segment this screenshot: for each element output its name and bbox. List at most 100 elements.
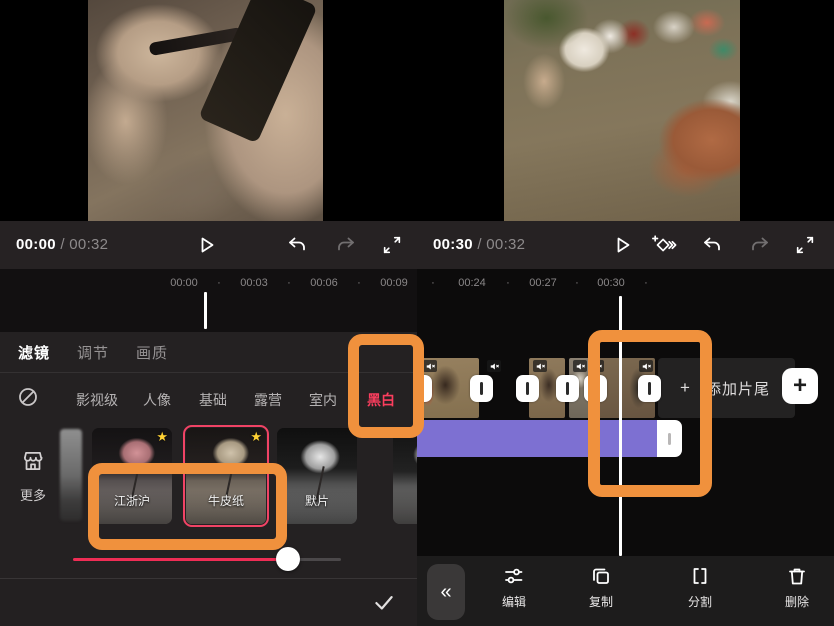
transport-bar-left: 00:00 / 00:32 (0, 221, 417, 269)
playhead-left[interactable] (204, 292, 207, 329)
star-icon: ★ (156, 429, 168, 445)
clip-muted-chip (639, 360, 653, 372)
split-button[interactable]: 分割 (668, 564, 732, 610)
ruler-tick: 00:00 (170, 277, 198, 289)
filter-intensity-track-filled[interactable] (73, 558, 287, 561)
tab-adjust[interactable]: 调节 (77, 342, 109, 363)
ruler-dot: · (506, 277, 510, 289)
filter-screen: 00:00 / 00:32 00:00 · 00:03 · 00:06 · 00… (0, 0, 417, 626)
keyframe-add-icon (651, 233, 677, 257)
filter-tile-mopian[interactable]: 默片 (277, 428, 357, 524)
filter-tile-niupizhi-selected[interactable]: ★ 牛皮纸 (186, 428, 266, 524)
category-portrait[interactable]: 人像 (143, 390, 171, 410)
tab-filter[interactable]: 滤镜 (18, 342, 50, 363)
undo-button[interactable] (698, 231, 726, 259)
transition-button[interactable] (417, 375, 432, 402)
filter-name: 默片 (277, 492, 357, 509)
clip-muted-chip (487, 360, 501, 372)
star-icon: ★ (250, 429, 262, 445)
tab-quality[interactable]: 画质 (136, 342, 168, 363)
transition-button[interactable] (556, 375, 579, 402)
undo-button[interactable] (283, 231, 311, 259)
ruler-dot: · (287, 277, 291, 289)
filter-tile-jiangzhehu[interactable]: ★ 江浙沪 (92, 428, 172, 524)
shop-icon (20, 448, 46, 474)
ruler-tick: 00:27 (529, 277, 557, 289)
redo-button[interactable] (332, 231, 360, 259)
ruler-dot: · (217, 277, 221, 289)
confirm-button[interactable] (371, 589, 399, 617)
filter-name: 牛皮纸 (186, 492, 266, 509)
split-icon (688, 564, 712, 588)
copy-button[interactable]: 复制 (569, 564, 633, 610)
audio-trim-handle[interactable] (657, 420, 682, 457)
category-camping[interactable]: 露营 (254, 390, 282, 410)
speaker-mute-icon (575, 362, 586, 371)
transition-button[interactable] (638, 375, 661, 402)
fullscreen-icon (794, 234, 816, 256)
ruler-dot: · (431, 277, 435, 289)
current-time: 00:30 (433, 236, 473, 253)
play-icon (610, 233, 634, 257)
clip-toolbar: « 编辑 复制 分割 (417, 556, 834, 626)
fullscreen-button[interactable] (378, 231, 406, 259)
timeline-screen: 00:30 / 00:32 · (417, 0, 834, 626)
category-cinematic[interactable]: 影视级 (76, 390, 118, 410)
video-preview-left[interactable] (88, 0, 323, 221)
filter-name: 褪色 (393, 492, 417, 509)
split-label: 分割 (668, 593, 732, 610)
category-basic[interactable]: 基础 (199, 390, 227, 410)
fullscreen-button[interactable] (791, 231, 819, 259)
redo-icon (749, 234, 771, 256)
ruler-dot: · (575, 277, 579, 289)
filter-tile-partial[interactable] (60, 429, 82, 521)
plus-icon: + (793, 372, 807, 400)
clip-muted-chip (590, 360, 604, 372)
ruler-tick: 00:30 (597, 277, 625, 289)
clip-muted-chip (533, 360, 547, 372)
ruler-tick: 00:06 (310, 277, 338, 289)
speaker-mute-icon (489, 362, 500, 371)
speaker-mute-icon (641, 362, 652, 371)
transport-bar-right: 00:30 / 00:32 (417, 221, 834, 269)
timeline-ruler-left[interactable]: 00:00 · 00:03 · 00:06 · 00:09 (0, 269, 417, 332)
filter-tile-tuise[interactable]: 褪色 (393, 428, 417, 524)
speaker-mute-icon (535, 362, 546, 371)
fullscreen-icon (381, 234, 403, 256)
ruler-dot: · (644, 277, 648, 289)
add-ending-label: 添加片尾 (706, 378, 770, 399)
video-preview-right[interactable] (504, 0, 740, 226)
edit-button[interactable]: 编辑 (482, 564, 546, 610)
playhead-right[interactable] (619, 296, 622, 556)
category-blackwhite[interactable]: 黑白 (367, 390, 395, 410)
slash: / (60, 236, 64, 253)
add-clip-button[interactable]: + (782, 368, 818, 404)
play-button[interactable] (192, 231, 220, 259)
redo-button[interactable] (746, 231, 774, 259)
filter-confirm-bar (0, 578, 417, 626)
add-ending-button[interactable]: + 添加片尾 (658, 358, 795, 418)
filter-intensity-knob[interactable] (276, 547, 300, 571)
collapse-toolbar-button[interactable]: « (427, 564, 465, 620)
edit-label: 编辑 (482, 593, 546, 610)
speaker-mute-icon (425, 362, 436, 371)
filter-none-button[interactable] (17, 386, 39, 408)
play-icon (194, 233, 218, 257)
total-time: 00:32 (69, 236, 108, 253)
copy-icon (589, 564, 613, 588)
total-time: 00:32 (486, 236, 525, 253)
ruler-tick: 00:03 (240, 277, 268, 289)
transition-button[interactable] (516, 375, 539, 402)
filter-panel: 滤镜 调节 画质 影视级 人像 基础 露营 室内 黑白 更多 (0, 332, 417, 626)
transition-button[interactable] (584, 375, 607, 402)
category-indoor[interactable]: 室内 (309, 390, 337, 410)
more-filters-button[interactable]: 更多 (14, 448, 52, 504)
ruler-tick: 00:24 (458, 277, 486, 289)
trash-icon (785, 564, 809, 588)
tab-divider (0, 372, 417, 373)
filter-name: 江浙沪 (92, 492, 172, 509)
transition-button[interactable] (470, 375, 493, 402)
delete-button[interactable]: 删除 (765, 564, 829, 610)
play-button[interactable] (608, 231, 636, 259)
keyframe-button[interactable] (650, 231, 678, 259)
